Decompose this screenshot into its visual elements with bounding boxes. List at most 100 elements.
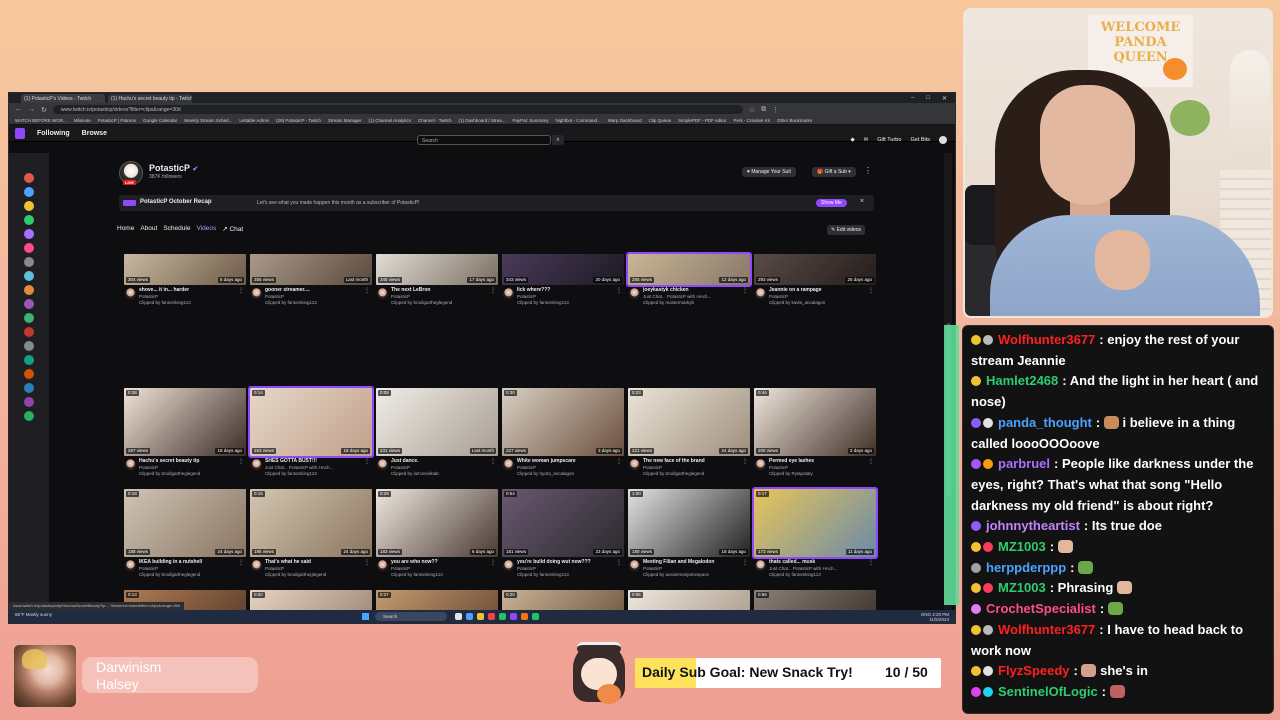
channel-name[interactable]: PotasticP ✔ [149,163,198,173]
clip-channel-avatar[interactable] [377,288,388,299]
clip-thumbnail[interactable]: 355 views Last month [250,254,372,285]
maximize-icon[interactable]: □ [926,95,930,102]
bookmark-item[interactable]: Lettable Admin [239,118,269,123]
more-options-icon[interactable]: ⋮ [864,166,872,175]
clip-thumbnail[interactable]: 1:00 180 views 18 days ago [628,489,750,557]
chat-username[interactable]: johnnytheartist [986,518,1080,533]
followed-channel-avatar[interactable] [24,327,34,337]
followed-channel-avatar[interactable] [24,299,34,309]
chat-username[interactable]: SentinelOfLogic [998,684,1098,699]
clip-channel[interactable]: PotasticP [517,566,536,571]
clip-thumbnail[interactable]: 343 views 20 days ago [502,254,624,285]
clip-title[interactable]: shove... it in... harder [139,287,237,293]
clip-thumbnail[interactable]: 0:29 183 views 6 days ago [376,489,498,557]
edit-videos-button[interactable]: ✎ Edit videos [827,225,866,235]
clip-thumbnail[interactable]: 304 views 5 days ago [124,254,246,285]
clip-title[interactable]: Meeting Filian and Megalodon [643,559,741,565]
followed-channel-avatar[interactable] [24,411,34,421]
clip-menu-icon[interactable]: ⋮ [616,559,622,566]
clip-channel[interactable]: PotasticP [265,294,284,299]
clip-menu-icon[interactable]: ⋮ [490,559,496,566]
clip-title[interactable]: Just dance. [391,458,489,464]
show-me-button[interactable]: Show Me [816,199,847,207]
clip-menu-icon[interactable]: ⋮ [490,287,496,294]
followed-channel-avatar[interactable] [24,383,34,393]
clip-menu-icon[interactable]: ⋮ [364,559,370,566]
clip-thumbnail[interactable]: 0:15 185 views 24 days ago [250,489,372,557]
clip-channel[interactable]: PotasticP [517,294,536,299]
tab-chat[interactable]: ↗ Chat [222,225,243,233]
clip-channel-avatar[interactable] [251,459,262,470]
clip-clipped-by[interactable]: Clipped by fantomking113 [391,572,495,577]
clip-channel-avatar[interactable] [755,288,766,299]
clip-title[interactable]: The next LeBron [391,287,489,293]
clip-title[interactable]: White woman jumpscare [517,458,615,464]
reload-icon[interactable]: ↻ [41,106,47,114]
clip-title[interactable]: lick where??? [517,287,615,293]
clip-channel-avatar[interactable] [503,560,514,571]
clip-menu-icon[interactable]: ⋮ [868,559,874,566]
url-input[interactable]: www.twitch.tv/potasticp/videos?filter=cl… [52,105,743,114]
taskbar-app-icon[interactable] [521,613,528,620]
close-icon[interactable]: × [860,198,864,205]
clip-channel[interactable]: PotasticP [517,465,536,470]
clip-menu-icon[interactable]: ⋮ [364,458,370,465]
clip-thumbnail[interactable]: 0:08 231 views Last month [376,388,498,456]
clip-channel[interactable]: Just Chat... PotasticP with HAch... [265,465,333,470]
clip-title[interactable]: Permed eye lashes [769,458,867,464]
user-avatar[interactable] [939,136,947,144]
clip-channel-avatar[interactable] [125,560,136,571]
taskbar-weather[interactable]: 66°F Mostly sunny [15,612,52,617]
clip-channel-avatar[interactable] [629,459,640,470]
clip-channel[interactable]: Just Chat... PotasticP with HAch... [769,566,837,571]
bookmark-item[interactable]: Warp Dashboard [608,118,642,123]
clip-thumbnail[interactable]: 0:30 227 views 3 days ago [502,388,624,456]
clip-menu-icon[interactable]: ⋮ [238,458,244,465]
tab-home[interactable]: Home [117,225,134,233]
clip-menu-icon[interactable]: ⋮ [238,559,244,566]
bookmark-item[interactable]: (29) PotasticP - Twitch [276,118,321,123]
clip-thumbnail[interactable]: 0:18 188 views 24 days ago [124,489,246,557]
chat-username[interactable]: parbruel [998,456,1050,471]
twitch-search-input[interactable]: Search [417,135,551,145]
get-bits-button[interactable]: Get Bits [910,137,930,143]
followed-channel-avatar[interactable] [24,229,34,239]
clip-title[interactable]: IKEA building in a nutshell [139,559,237,565]
clip-channel[interactable]: PotasticP [139,465,158,470]
clip-title[interactable]: The new face of the brand [643,458,741,464]
taskbar-app-icon[interactable] [532,613,539,620]
clip-channel[interactable]: PotasticP [643,465,662,470]
clip-clipped-by[interactable]: Clipped by aussiemanjamespace [643,572,747,577]
tab-schedule[interactable]: Schedule [163,225,190,233]
bookmark-item[interactable]: (1) Dashboard / Strea... [458,118,505,123]
browser-tab[interactable]: (1) PotasticP's Videos - Twitch [21,93,105,103]
clip-channel-avatar[interactable] [125,459,136,470]
followed-channel-avatar[interactable] [24,397,34,407]
followed-channel-avatar[interactable] [24,257,34,267]
clip-clipped-by[interactable]: Clipped by hydra_ancalagon [517,471,621,476]
taskbar-search[interactable]: Search [375,612,447,621]
chat-username[interactable]: Wolfhunter3677 [998,332,1095,347]
browser-tab[interactable]: (1) Hachu's secret beauty tip - Twitch [108,93,192,103]
clip-menu-icon[interactable]: ⋮ [238,287,244,294]
followed-channel-avatar[interactable] [24,285,34,295]
clip-clipped-by[interactable]: Clipped by mastermarkyb [643,300,747,305]
clip-thumbnail[interactable]: 0:23 221 views 24 days ago [628,388,750,456]
followed-channel-avatar[interactable] [24,201,34,211]
taskbar-app-icon[interactable] [488,613,495,620]
bookmark-item[interactable]: Other Bookmarks [777,118,812,123]
clip-thumbnail[interactable]: 0:28 267 views 16 days ago [124,388,246,456]
clip-clipped-by[interactable]: Clipped by kavla_ancalagon [769,300,873,305]
clip-clipped-by[interactable]: Clipped by Rylapotaty [769,471,873,476]
clip-channel[interactable]: PotasticP [769,294,788,299]
clip-thumbnail[interactable]: 0:17 173 views 11 days ago [752,487,878,559]
taskbar-app-icon[interactable] [466,613,473,620]
followed-channel-avatar[interactable] [24,355,34,365]
clip-channel-avatar[interactable] [251,288,262,299]
clip-clipped-by[interactable]: Clipped by fantomking113 [769,572,873,577]
clip-menu-icon[interactable]: ⋮ [742,287,748,294]
clip-clipped-by[interactable]: Clipped by brodigartheglegend [139,471,243,476]
chat-username[interactable]: MZ1003 [998,539,1046,554]
bookmark-item[interactable]: Clip Queue [649,118,672,123]
notifications-icon[interactable]: ◆ [850,137,854,143]
